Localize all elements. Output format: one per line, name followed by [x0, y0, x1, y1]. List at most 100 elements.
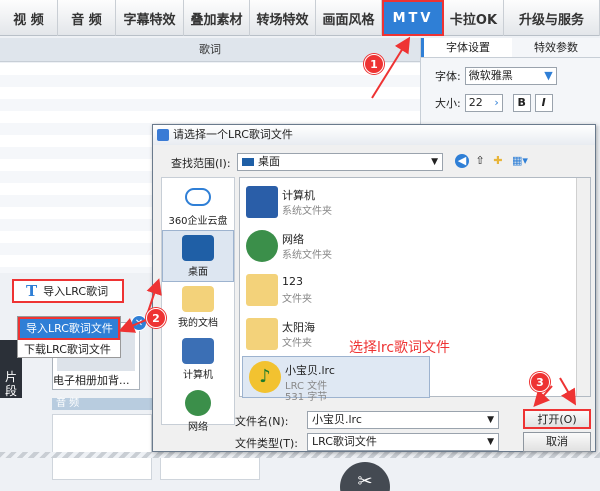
dialog-title: 请选择一个LRC歌词文件 — [173, 128, 293, 141]
annotation-select-lrc: 选择lrc歌词文件 — [349, 340, 451, 356]
timeline-cell[interactable] — [52, 414, 152, 480]
scissors-icon[interactable]: ✂ — [340, 462, 390, 491]
file-name: 小宝贝.lrc — [285, 364, 335, 377]
file-name: 123 — [282, 275, 303, 288]
computer-icon — [246, 186, 278, 218]
text-t-icon: T — [26, 282, 38, 300]
folder-icon — [182, 286, 214, 312]
tab-overlay-material[interactable]: 叠加素材 — [184, 0, 250, 36]
place-desktop[interactable]: 桌面 — [162, 230, 234, 282]
desktop-icon — [182, 235, 214, 261]
filename-value: 小宝贝.lrc — [312, 413, 362, 426]
filetype-value: LRC歌词文件 — [312, 435, 377, 448]
file-item[interactable]: 网络 系统文件夹 — [240, 226, 440, 266]
close-icon[interactable]: ✕ — [131, 315, 147, 331]
file-item-selected[interactable]: ♪ 小宝贝.lrc LRC 文件 531 字节 — [242, 356, 430, 403]
menu-item-import-lrc-file[interactable]: 导入LRC歌词文件 — [20, 319, 118, 338]
place-cloud[interactable]: 360企业云盘 — [162, 178, 234, 230]
font-size-value: 22 — [468, 96, 483, 109]
tab-font-settings[interactable]: 字体设置 — [421, 38, 512, 57]
tab-mtv[interactable]: MTV — [382, 0, 444, 36]
computer-icon — [182, 338, 214, 364]
size-label: 大小: — [435, 97, 461, 110]
places-sidebar: 360企业云盘 桌面 我的文档 计算机 网络 — [161, 177, 235, 433]
chevron-right-icon: › — [494, 96, 499, 109]
tab-effect-params[interactable]: 特效参数 — [512, 38, 600, 57]
timeline-stripe — [0, 452, 600, 458]
cloud-icon — [185, 188, 211, 206]
step-marker-2: 2 — [146, 308, 166, 328]
file-name: 计算机 — [282, 189, 315, 202]
chevron-down-icon: ▼ — [487, 415, 494, 425]
font-size-input[interactable]: 22 › — [464, 94, 503, 112]
file-name: 太阳海 — [282, 321, 315, 334]
lookin-label: 查找范围(I): — [171, 157, 231, 170]
dialog-titlebar: 请选择一个LRC歌词文件 — [153, 125, 595, 145]
tab-video[interactable]: 视 频 — [0, 0, 58, 36]
file-size: 531 字节 — [285, 392, 328, 403]
import-lrc-label: 导入LRC歌词 — [43, 285, 109, 298]
lrc-file-dialog: 请选择一个LRC歌词文件 查找范围(I): 桌面 ▼ ◀ ⇧ ✚ ▦▾ 360企… — [152, 124, 596, 452]
place-label: 桌面 — [188, 267, 208, 278]
font-family-select[interactable]: 微软雅黑 ▼ — [464, 67, 557, 85]
italic-button[interactable]: I — [534, 94, 553, 112]
tab-upgrade-service[interactable]: 升级与服务 — [504, 0, 600, 36]
chevron-down-icon: ▼ — [431, 157, 438, 167]
file-list-scrollbar[interactable] — [576, 178, 590, 396]
open-button[interactable]: 打开(O) — [523, 409, 591, 429]
chevron-down-icon: ▼ — [487, 437, 494, 447]
menu-item-download-lrc-file[interactable]: 下载LRC歌词文件 — [18, 340, 120, 359]
lookin-select[interactable]: 桌面 ▼ — [237, 153, 443, 171]
place-network[interactable]: 网络 — [162, 386, 234, 438]
file-item[interactable]: 计算机 系统文件夹 — [240, 182, 440, 222]
globe-icon — [246, 230, 278, 262]
import-lrc-button[interactable]: T 导入LRC歌词 — [12, 279, 124, 303]
file-type: 系统文件夹 — [282, 250, 332, 261]
place-computer[interactable]: 计算机 — [162, 334, 234, 386]
file-type: 文件夹 — [282, 338, 312, 349]
place-label: 360企业云盘 — [168, 216, 228, 227]
filetype-label: 文件类型(T): — [235, 437, 299, 450]
step-marker-3: 3 — [530, 372, 550, 392]
lookin-value: 桌面 — [258, 155, 280, 168]
tab-audio[interactable]: 音 频 — [58, 0, 116, 36]
back-icon[interactable]: ◀ — [455, 154, 469, 168]
tab-karaoke[interactable]: 卡拉OK — [444, 0, 504, 36]
lyrics-column-header: 歌词 — [0, 38, 420, 62]
font-settings-panel: 字体设置 特效参数 字体: 微软雅黑 ▼ 大小: 22 › B I — [420, 38, 600, 126]
filename-label: 文件名(N): — [235, 415, 289, 428]
bold-button[interactable]: B — [512, 94, 531, 112]
file-name: 网络 — [282, 233, 304, 246]
place-label: 计算机 — [183, 370, 213, 381]
main-tab-bar: 视 频 音 频 字幕特效 叠加素材 转场特效 画面风格 MTV 卡拉OK 升级与… — [0, 0, 600, 36]
globe-icon — [185, 390, 211, 416]
place-documents[interactable]: 我的文档 — [162, 282, 234, 334]
folder-icon — [246, 274, 278, 306]
view-menu-icon[interactable]: ▦▾ — [509, 154, 531, 168]
app-icon — [157, 129, 169, 141]
desktop-icon — [242, 158, 254, 166]
filename-input[interactable]: 小宝贝.lrc ▼ — [307, 411, 499, 429]
place-label: 网络 — [188, 422, 208, 433]
folder-icon — [246, 318, 278, 350]
file-type: 文件夹 — [282, 294, 312, 305]
file-list: 计算机 系统文件夹 网络 系统文件夹 123 文件夹 太阳海 文件夹 ♪ 小宝贝… — [239, 177, 591, 403]
cancel-button[interactable]: 取消 — [523, 432, 591, 452]
font-label: 字体: — [435, 70, 461, 83]
tab-transition-effects[interactable]: 转场特效 — [250, 0, 316, 36]
tab-subtitle-effects[interactable]: 字幕特效 — [116, 0, 184, 36]
font-family-value: 微软雅黑 — [468, 69, 513, 82]
up-folder-icon[interactable]: ⇧ — [473, 154, 487, 168]
file-item[interactable]: 123 文件夹 — [240, 270, 440, 310]
music-note-icon: ♪ — [249, 361, 281, 393]
tab-picture-style[interactable]: 画面风格 — [316, 0, 382, 36]
audio-track-label: 音 频 — [52, 398, 156, 410]
file-type: 系统文件夹 — [282, 206, 332, 217]
thumbnail-caption: 电子相册加背... — [53, 373, 139, 389]
step-marker-1: 1 — [364, 54, 384, 74]
new-folder-icon[interactable]: ✚ — [491, 154, 505, 168]
place-label: 我的文档 — [178, 318, 218, 329]
import-dropdown-menu: 导入LRC歌词文件 下载LRC歌词文件 — [17, 316, 121, 358]
filetype-select[interactable]: LRC歌词文件 ▼ — [307, 433, 499, 451]
chevron-down-icon: ▼ — [544, 69, 553, 82]
